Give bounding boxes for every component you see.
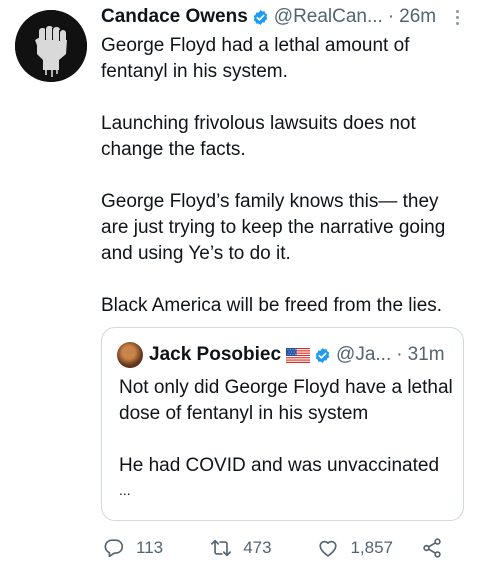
tweet-actions-bar: 113 473 1,857 (103, 536, 443, 560)
share-button[interactable] (421, 537, 443, 559)
separator-dot: · (396, 344, 403, 365)
retweet-button[interactable]: 473 (210, 537, 317, 559)
quoted-tweet-timestamp: 31m (407, 344, 445, 365)
like-count: 1,857 (350, 538, 393, 557)
us-flag-icon (286, 347, 311, 363)
tweet-timestamp[interactable]: 26m (399, 6, 436, 28)
reply-button[interactable]: 113 (103, 537, 210, 559)
quoted-paragraph: Not only did George Floyd have a lethal … (119, 377, 453, 424)
verified-badge-icon (315, 347, 330, 363)
author-avatar[interactable] (15, 10, 87, 82)
verified-badge-icon (253, 9, 268, 25)
tweet-body: George Floyd had a lethal amount of fent… (101, 33, 469, 319)
quoted-tweet-header: Jack Posobiec @Ja... · 31m (117, 342, 445, 368)
quoted-author-name: Jack Posobiec (149, 344, 282, 365)
tweet-header: Candace Owens @RealCan... · 26m (101, 4, 469, 30)
tweet-paragraph: Launching frivolous lawsuits does not ch… (101, 113, 416, 160)
quoted-author-handle: @Ja... (336, 344, 392, 365)
quoted-tweet[interactable]: Jack Posobiec @Ja... · 31m Not only did … (101, 327, 464, 521)
share-icon (423, 538, 441, 558)
more-options-icon[interactable] (456, 9, 459, 25)
quoted-tweet-body: Not only did George Floyd have a lethal … (119, 375, 459, 499)
author-name[interactable]: Candace Owens (101, 6, 248, 28)
quoted-paragraph: He had COVID and was unvaccinated (119, 455, 440, 476)
retweet-count: 473 (243, 538, 272, 557)
quoted-ellipsis: ... (119, 482, 131, 498)
tweet-paragraph: George Floyd had a lethal amount of fent… (101, 35, 410, 82)
raised-fist-icon (15, 10, 87, 82)
quoted-author-avatar (117, 342, 143, 368)
retweet-icon (211, 539, 232, 557)
reply-count: 113 (136, 538, 164, 557)
separator-dot: · (387, 6, 395, 27)
author-handle[interactable]: @RealCan... (274, 6, 383, 28)
heart-icon (319, 540, 338, 557)
tweet-paragraph: Black America will be freed from the lie… (101, 295, 443, 316)
tweet-content: Candace Owens @RealCan... · 26m George F… (101, 4, 469, 345)
like-button[interactable]: 1,857 (317, 537, 421, 559)
reply-icon (104, 539, 124, 558)
tweet-paragraph: George Floyd’s family knows this— they a… (101, 191, 446, 264)
